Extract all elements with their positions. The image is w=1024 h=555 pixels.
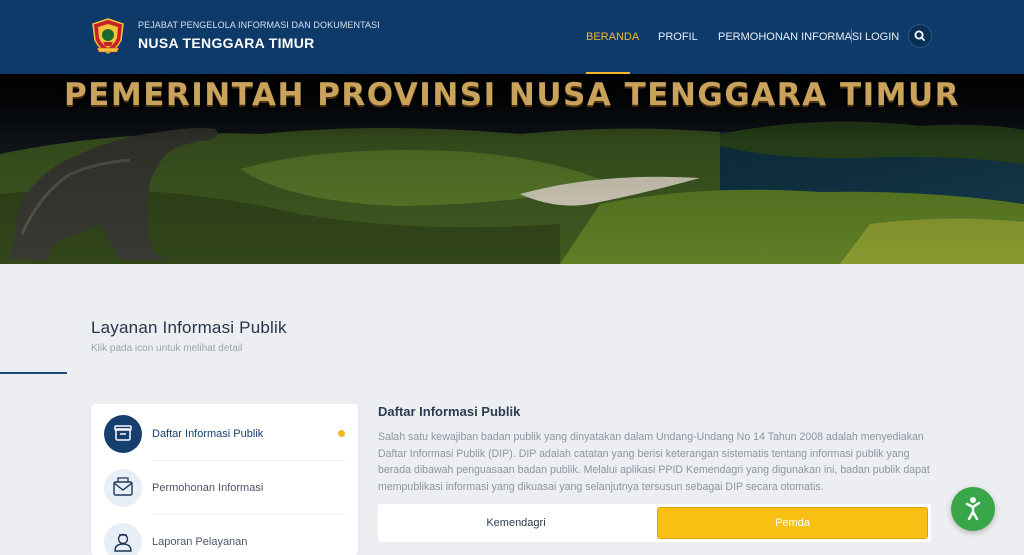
hero-banner: PEMERINTAH PROVINSI NUSA TENGGARA TIMUR [0,74,1024,264]
search-icon [914,30,925,41]
nav-profil[interactable]: PROFIL [658,31,698,43]
detail-title: Daftar Informasi Publik [378,404,521,419]
menu-item-daftar-informasi-publik[interactable]: Daftar Informasi Publik [91,407,358,460]
banner-title: PEMERINTAH PROVINSI NUSA TENGGARA TIMUR [63,77,961,113]
section-accent-line [0,372,67,374]
section-title: Layanan Informasi Publik [91,318,287,337]
nav-permohonan-informasi[interactable]: PERMOHONAN INFORMASI [718,31,862,43]
service-menu-card: Daftar Informasi Publik Permohonan Infor… [91,404,358,555]
accessibility-icon [965,497,981,521]
menu-label-laporan-pelayanan: Laporan Pelayanan [152,536,248,548]
active-indicator-dot [338,430,345,437]
user-report-icon[interactable] [104,523,142,555]
menu-item-laporan-pelayanan[interactable]: Laporan Pelayanan [91,515,358,555]
envelope-icon[interactable] [104,469,142,507]
search-button[interactable] [908,24,932,48]
ntt-logo[interactable] [91,18,125,54]
brand-subtitle: PEJABAT PENGELOLA INFORMASI DAN DOKUMENT… [138,20,380,30]
tab-kemendagri[interactable]: Kemendagri [381,507,651,539]
nav-beranda[interactable]: BERANDA [586,31,639,43]
detail-description: Salah satu kewajiban badan publik yang d… [378,431,930,493]
archive-icon[interactable] [104,415,142,453]
menu-label-daftar-informasi-publik: Daftar Informasi Publik [152,428,264,440]
accessibility-button[interactable] [951,487,995,531]
brand-title[interactable]: NUSA TENGGARA TIMUR [138,35,315,51]
nav-login[interactable]: LOGIN [865,31,899,43]
nav-separator [851,29,852,43]
section-subtitle: Klik pada icon untuk melihat detail [91,343,243,354]
menu-item-permohonan-informasi[interactable]: Permohonan Informasi [91,461,358,514]
tab-pemda[interactable]: Pemda [657,507,928,539]
top-navbar: PEJABAT PENGELOLA INFORMASI DAN DOKUMENT… [0,0,1024,74]
source-tabs: Kemendagri Pemda [378,504,931,542]
menu-label-permohonan-informasi: Permohonan Informasi [152,482,264,494]
